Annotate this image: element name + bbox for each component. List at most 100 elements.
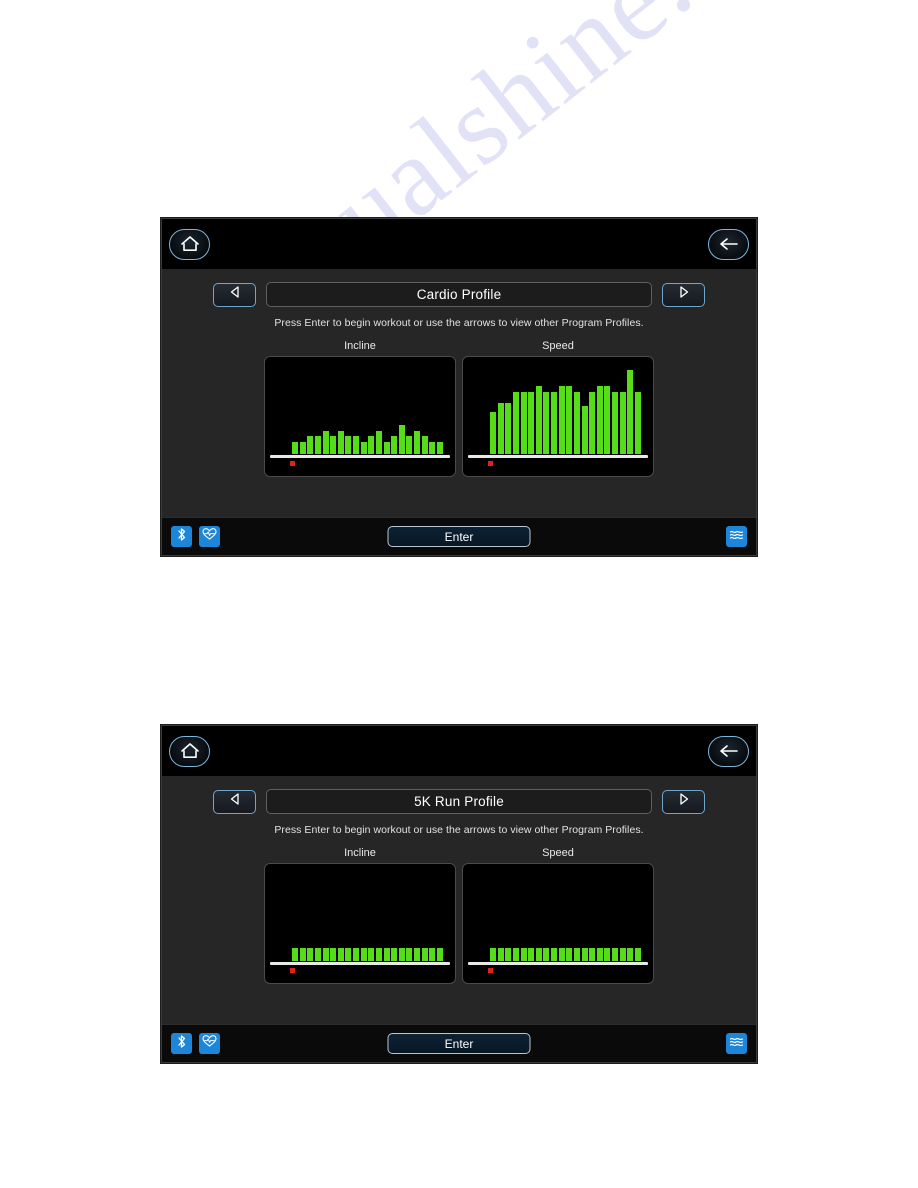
profile-selector-row: 5K Run Profile [162,789,756,814]
chart-bar [299,441,306,454]
chart-bar [307,947,314,961]
triangle-left-icon [228,285,242,304]
chart-bar [551,392,558,454]
chart-bar [634,392,641,454]
console-topbar [162,726,756,776]
chart-bar [345,947,352,961]
heart-rate-icon [202,527,217,546]
console-topbar [162,219,756,269]
chart-bar [497,402,504,454]
heart-rate-button[interactable] [199,526,220,547]
chart-bar [497,947,504,961]
incline-chart [264,356,456,477]
chart-bar [383,441,390,454]
chart-bar [512,392,519,454]
fan-button[interactable] [726,1033,747,1054]
chart-bar [375,947,382,961]
chart-bar [589,392,596,454]
heart-rate-icon [202,1034,217,1053]
chart-label-speed: Speed [542,340,574,352]
chart-bar [330,947,337,961]
speed-chart [462,863,654,984]
bluetooth-button[interactable] [171,526,192,547]
chart-bar [543,392,550,454]
chart-bar [520,947,527,961]
bluetooth-icon [175,527,188,547]
chart-bar [360,441,367,454]
chart-block-incline: Incline [264,847,456,984]
chart-bar [337,947,344,961]
chart-bar [619,392,626,454]
chart-bar [596,386,603,454]
chart-bar [414,947,421,961]
incline-bars [292,873,443,961]
document-page: manualshine.com Cardio Profile Press Ent… [0,0,918,1188]
bluetooth-icon [175,1034,188,1054]
home-icon [180,235,200,253]
chart-block-incline: Incline [264,340,456,477]
chart-bar [627,370,634,454]
chart-bar [627,947,634,961]
chart-bar [535,947,542,961]
chart-bar [573,392,580,454]
position-marker [290,461,295,466]
next-profile-button[interactable] [662,789,705,814]
incline-chart [264,863,456,984]
chart-bar [558,947,565,961]
back-button[interactable] [708,228,749,260]
previous-profile-button[interactable] [213,282,256,307]
chart-bar [543,947,550,961]
position-marker [488,461,493,466]
chart-bar [337,431,344,454]
back-button[interactable] [708,735,749,767]
chart-bar [368,947,375,961]
chart-bar [314,436,321,454]
chart-bar [429,947,436,961]
home-button[interactable] [169,735,210,767]
heart-rate-button[interactable] [199,1033,220,1054]
enter-button[interactable]: Enter [387,526,531,547]
chart-bar [558,386,565,454]
instruction-text: Press Enter to begin workout or use the … [274,824,644,836]
chart-bar [345,436,352,454]
next-profile-button[interactable] [662,282,705,307]
profile-title-field[interactable]: 5K Run Profile [266,789,652,814]
chart-bar [292,441,299,454]
chart-label-speed: Speed [542,847,574,859]
chart-bar [330,436,337,454]
console-panel-5k-run-profile: 5K Run Profile Press Enter to begin work… [161,725,757,1063]
chart-bar [490,947,497,961]
previous-profile-button[interactable] [213,789,256,814]
fan-button[interactable] [726,526,747,547]
chart-bar [490,411,497,454]
chart-bar [391,947,398,961]
chart-bar [414,431,421,454]
chart-bar [520,392,527,454]
chart-bar [612,392,619,454]
chart-bar [299,947,306,961]
chart-bar [604,386,611,454]
chart-bar [589,947,596,961]
bluetooth-button[interactable] [171,1033,192,1054]
chart-bar [322,431,329,454]
incline-bars [292,366,443,454]
chart-bar [528,392,535,454]
console-panel-cardio-profile: Cardio Profile Press Enter to begin work… [161,218,757,556]
chart-bar [551,947,558,961]
chart-bar [391,436,398,454]
chart-bar [398,424,405,454]
console-bottombar: Enter [162,517,756,555]
speed-chart [462,356,654,477]
chart-bar [528,947,535,961]
chart-bar [512,947,519,961]
chart-bar [634,947,641,961]
enter-button[interactable]: Enter [387,1033,531,1054]
profile-selector-row: Cardio Profile [162,282,756,307]
chart-bar [375,431,382,454]
chart-bar [292,947,299,961]
chart-bar [353,436,360,454]
profile-title-field[interactable]: Cardio Profile [266,282,652,307]
home-button[interactable] [169,228,210,260]
fan-icon [729,528,744,546]
chart-bar [436,441,443,454]
